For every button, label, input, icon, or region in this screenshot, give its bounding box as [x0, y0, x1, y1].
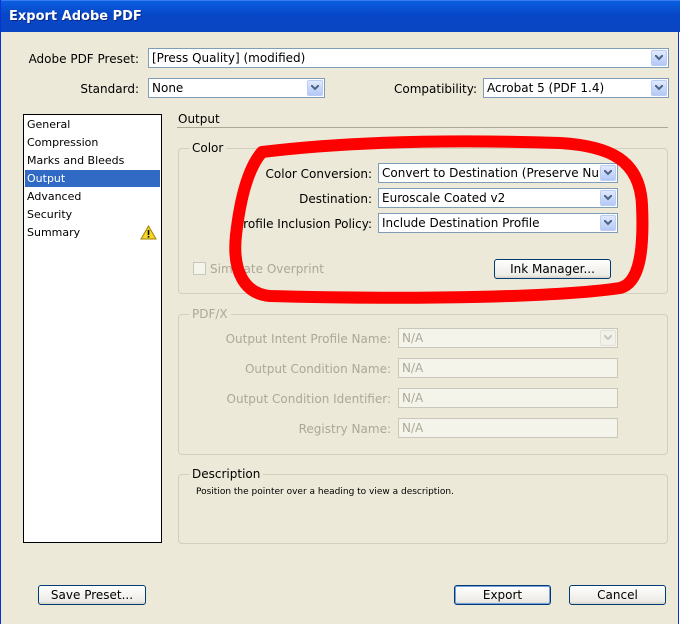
sidebar-item-marks-and-bleeds[interactable]: Marks and Bleeds [25, 152, 160, 169]
color-conversion-dropdown[interactable]: Convert to Destination (Preserve Numb [378, 163, 618, 183]
sidebar-item-output[interactable]: Output [25, 170, 160, 187]
preset-label: Adobe PDF Preset: [28, 52, 139, 66]
compatibility-dropdown[interactable]: Acrobat 5 (PDF 1.4) [483, 78, 669, 98]
simulate-overprint-checkbox[interactable] [193, 262, 206, 275]
color-conversion-label: Color Conversion: [265, 167, 372, 181]
output-condition-identifier-field[interactable]: N/A [398, 388, 618, 408]
export-pdf-dialog: Export Adobe PDF Adobe PDF Preset: [Pres… [0, 0, 680, 624]
profile-policy-label: Profile Inclusion Policy: [236, 217, 372, 231]
output-condition-name-value: N/A [402, 361, 424, 375]
destination-label: Destination: [299, 192, 372, 206]
destination-value: Euroscale Coated v2 [382, 191, 506, 205]
profile-policy-value: Include Destination Profile [382, 216, 540, 230]
output-intent-dropdown[interactable]: N/A [398, 328, 618, 348]
save-preset-button[interactable]: Save Preset... [38, 585, 146, 605]
sidebar-item-compression[interactable]: Compression [25, 134, 160, 151]
ink-manager-button[interactable]: Ink Manager... [494, 259, 611, 279]
chevron-down-icon[interactable] [651, 50, 667, 66]
chevron-down-icon[interactable] [600, 330, 616, 346]
profile-policy-dropdown[interactable]: Include Destination Profile [378, 213, 618, 233]
sidebar-item-advanced[interactable]: Advanced [25, 188, 160, 205]
description-group-title: Description [189, 467, 264, 481]
sidebar-item-general[interactable]: General [25, 116, 160, 133]
color-group-title: Color [189, 141, 227, 155]
description-text: Position the pointer over a heading to v… [196, 487, 454, 497]
output-condition-name-field[interactable]: N/A [398, 358, 618, 378]
registry-name-value: N/A [402, 421, 424, 435]
chevron-down-icon[interactable] [600, 190, 616, 206]
output-condition-identifier-value: N/A [402, 391, 424, 405]
output-condition-identifier-label: Output Condition Identifier: [226, 392, 391, 406]
destination-dropdown[interactable]: Euroscale Coated v2 [378, 188, 618, 208]
chevron-down-icon[interactable] [600, 165, 616, 181]
output-condition-name-label: Output Condition Name: [244, 362, 391, 376]
standard-dropdown[interactable]: None [148, 78, 325, 98]
chevron-down-icon[interactable] [600, 215, 616, 231]
panel-divider [177, 127, 668, 128]
pdfx-group-title: PDF/X [189, 307, 231, 321]
simulate-overprint-label: Simulate Overprint [210, 262, 324, 276]
color-conversion-value: Convert to Destination (Preserve Numb [382, 166, 600, 180]
standard-label: Standard: [80, 82, 139, 96]
window-title: Export Adobe PDF [9, 9, 142, 24]
category-list[interactable]: General Compression Marks and Bleeds Out… [23, 114, 162, 543]
compatibility-value: Acrobat 5 (PDF 1.4) [487, 81, 605, 95]
title-bar[interactable]: Export Adobe PDF [1, 0, 680, 32]
export-button[interactable]: Export [454, 585, 551, 605]
sidebar-item-security[interactable]: Security [25, 206, 160, 223]
compatibility-label: Compatibility: [393, 82, 477, 96]
cancel-button[interactable]: Cancel [569, 585, 666, 605]
preset-value: [Press Quality] (modified) [152, 51, 306, 65]
registry-name-field[interactable]: N/A [398, 418, 618, 438]
chevron-down-icon[interactable] [307, 80, 323, 96]
warning-icon [140, 225, 157, 240]
preset-dropdown[interactable]: [Press Quality] (modified) [148, 48, 669, 68]
registry-name-label: Registry Name: [298, 422, 391, 436]
panel-title: Output [178, 112, 220, 126]
standard-value: None [152, 81, 184, 95]
chevron-down-icon[interactable] [651, 80, 667, 96]
description-group [178, 474, 668, 544]
output-intent-value: N/A [402, 331, 424, 345]
output-intent-label: Output Intent Profile Name: [225, 332, 391, 346]
